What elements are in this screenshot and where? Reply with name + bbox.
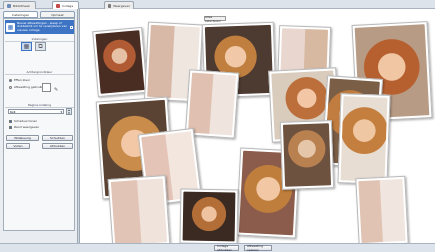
settings-panel: Instellingen Opmaak ▦ Nieuw afbeeldingen… bbox=[0, 9, 78, 243]
grid-layout-icon[interactable]: ▦ bbox=[21, 42, 32, 51]
library-icon bbox=[7, 3, 11, 8]
checkbox[interactable] bbox=[9, 125, 12, 129]
print-collage-button[interactable]: Collage afdrukken bbox=[214, 244, 239, 252]
tab-weergeven[interactable]: Weergeven bbox=[104, 1, 134, 9]
scatter-layout-icon[interactable]: ⧉ bbox=[35, 42, 46, 51]
page-size-select[interactable]: 6x4 ▾ bbox=[8, 109, 64, 114]
checkbox-label: Rand weergeven bbox=[14, 125, 40, 129]
random-button[interactable]: Willekeurig bbox=[6, 135, 39, 141]
tab-label: Weergeven bbox=[113, 3, 130, 8]
layout-icon: ▦ bbox=[6, 22, 15, 32]
panel-tab-settings[interactable]: Instellingen bbox=[3, 11, 38, 18]
size-section-title: Pagina-indeling bbox=[5, 103, 74, 108]
shuffle-button[interactable]: Schudden bbox=[42, 135, 73, 141]
tab-label: Bibliotheek bbox=[13, 3, 30, 8]
portrait-image bbox=[110, 178, 168, 243]
border-option[interactable]: Rand weergeven bbox=[9, 125, 39, 129]
info-text: Nieuw afbeeldingen - sleep of dubbelklik… bbox=[17, 20, 68, 32]
bg-option-label: Effen kleur bbox=[14, 78, 31, 82]
bg-option-image[interactable]: Afbeelding gebruiken bbox=[9, 85, 46, 89]
panel-tabs: Instellingen Opmaak bbox=[3, 11, 75, 18]
tab-bibliotheek[interactable]: Bibliotheek bbox=[3, 1, 36, 9]
checkbox-label: Schaduw tonen bbox=[14, 119, 38, 123]
layout-options: ▦ ⧉ bbox=[21, 42, 46, 51]
bg-option-solid[interactable]: Effen kleur bbox=[9, 78, 30, 82]
info-close-button[interactable] bbox=[70, 25, 73, 29]
chevron-down-icon: ▾ bbox=[60, 110, 62, 114]
eyedropper-icon[interactable]: ✎ bbox=[54, 87, 58, 93]
portrait-image bbox=[182, 191, 236, 242]
collage-photo[interactable] bbox=[179, 188, 239, 243]
collage-photo[interactable] bbox=[337, 93, 391, 185]
checkbox[interactable] bbox=[9, 119, 12, 123]
shadow-option[interactable]: Schaduw tonen bbox=[9, 119, 37, 123]
save-image-button[interactable]: Afbeelding opslaan bbox=[244, 244, 272, 252]
panel-content: ▦ Nieuw afbeeldingen - sleep of dubbelkl… bbox=[3, 18, 75, 231]
select-all-button[interactable]: Alles selecteren bbox=[204, 15, 226, 23]
print-preview-button[interactable]: Afdrukken bbox=[42, 143, 73, 149]
tab-bar: Bibliotheek Collage Weergeven bbox=[0, 0, 435, 9]
background-section-title: Achtergrondkleur bbox=[5, 70, 74, 75]
info-box: ▦ Nieuw afbeeldingen - sleep of dubbelkl… bbox=[5, 20, 74, 34]
bottom-toolbar: Collage afdrukken Afbeelding opslaan bbox=[0, 243, 435, 252]
view-icon bbox=[108, 3, 112, 8]
collage-photo[interactable] bbox=[279, 120, 335, 190]
radio-button[interactable] bbox=[9, 78, 12, 82]
collage-canvas[interactable]: Alles selecteren bbox=[79, 9, 435, 243]
collage-photo[interactable] bbox=[107, 175, 171, 243]
panel-tab-layout[interactable]: Opmaak bbox=[40, 11, 75, 18]
portrait-image bbox=[187, 72, 237, 136]
color-swatch[interactable] bbox=[42, 83, 51, 92]
portrait-image bbox=[95, 30, 145, 94]
portrait-image bbox=[282, 123, 332, 187]
tab-label: Collage bbox=[62, 3, 74, 8]
page-size-stepper[interactable]: ▴ ▾ bbox=[66, 108, 72, 115]
collage-icon bbox=[56, 3, 60, 8]
collage-photo[interactable] bbox=[355, 175, 409, 243]
fill-button[interactable]: Vullen bbox=[6, 143, 30, 149]
radio-button[interactable] bbox=[9, 85, 12, 89]
tab-collage[interactable]: Collage bbox=[52, 1, 79, 9]
page-size-value: 6x4 bbox=[10, 109, 16, 114]
portrait-image bbox=[358, 178, 406, 243]
collage-photo[interactable] bbox=[92, 26, 148, 98]
portrait-image bbox=[340, 96, 388, 182]
